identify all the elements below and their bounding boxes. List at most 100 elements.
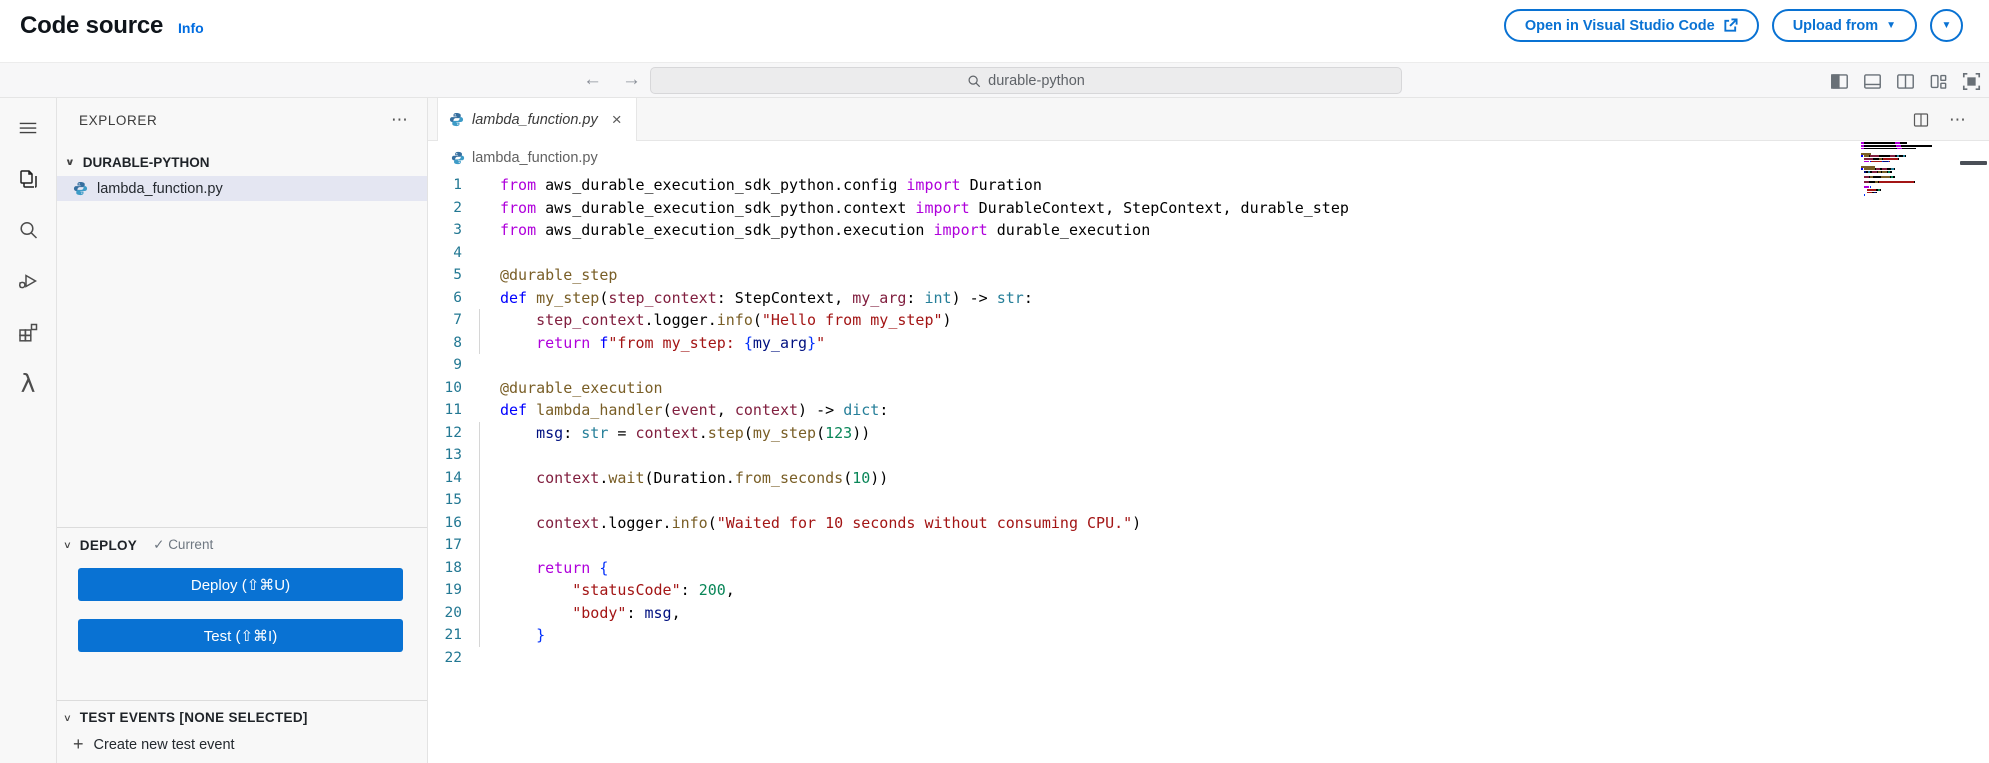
open-in-vscode-button[interactable]: Open in Visual Studio Code [1503, 9, 1759, 42]
editor-group: lambda_function.py × ⋯ lambda_function.p… [428, 98, 1989, 763]
tree-file-lambda-function[interactable]: lambda_function.py [57, 176, 427, 201]
code-editor[interactable]: 1 from aws_durable_execution_sdk_python.c… [428, 174, 1989, 669]
code-line[interactable]: 10 @durable_execution [428, 377, 1989, 400]
run-debug-icon[interactable] [15, 268, 41, 294]
tab-lambda-function[interactable]: lambda_function.py × [437, 98, 637, 141]
header-more-actions-button[interactable]: ▼ [1930, 9, 1963, 42]
folder-name: DURABLE-PYTHON [82, 154, 210, 170]
code-line-content: msg: str = context.step(my_step(123)) [536, 423, 871, 442]
aws-lambda-icon[interactable]: λ [15, 370, 41, 396]
create-test-event-button[interactable]: + Create new test event [57, 734, 427, 755]
code-line[interactable]: 11 def lambda_handler(event, context) -> … [428, 399, 1989, 422]
deploy-section: ∨ DEPLOY ✓ Current Deploy (⇧⌘U) Test (⇧⌘… [57, 527, 427, 700]
test-events-header[interactable]: ∨ TEST EVENTS [NONE SELECTED] [57, 701, 427, 729]
breadcrumb[interactable]: lambda_function.py [428, 141, 1989, 174]
code-line-content: return f"from my_step: {my_arg}" [536, 333, 826, 352]
caret-down-icon: ▼ [1941, 20, 1952, 31]
deploy-status: ✓ Current [153, 537, 214, 552]
tree-folder-durable-python[interactable]: ∨ DURABLE-PYTHON [57, 150, 427, 174]
deploy-button[interactable]: Deploy (⇧⌘U) [78, 568, 403, 601]
code-line[interactable]: 22 [428, 647, 1989, 670]
line-number: 14 [444, 469, 462, 486]
code-line-content: from aws_durable_execution_sdk_python.co… [500, 176, 1042, 194]
page-title: Code source [20, 12, 164, 39]
line-number: 2 [453, 199, 462, 216]
code-line[interactable]: 14 context.wait(Duration.from_seconds(10… [428, 466, 1989, 489]
minimap[interactable] [1861, 142, 1932, 202]
code-line[interactable]: 20 "body": msg, [428, 601, 1989, 624]
fullscreen-icon[interactable] [1962, 72, 1981, 91]
search-input[interactable]: durable-python [650, 67, 1402, 94]
code-line-content: @durable_execution [500, 378, 663, 397]
chevron-down-icon: ∨ [65, 156, 75, 168]
extensions-icon[interactable] [15, 319, 41, 345]
tab-label: lambda_function.py [472, 111, 598, 128]
code-line[interactable]: 17 [428, 534, 1989, 557]
console-header: Code source Info Open in Visual Studio C… [0, 0, 1989, 62]
deploy-section-header[interactable]: ∨ DEPLOY ✓ Current [57, 528, 427, 557]
code-line[interactable]: 13 [428, 444, 1989, 467]
scrollbar-thumb[interactable] [1960, 161, 1987, 165]
sidebar: EXPLORER ⋯ ∨ DURABLE-PYTHON lambda_funct… [57, 98, 428, 763]
code-line[interactable]: 1 from aws_durable_execution_sdk_python.c… [428, 174, 1989, 197]
code-line[interactable]: 4 [428, 242, 1989, 265]
code-line-content: } [536, 626, 546, 644]
line-number: 19 [444, 582, 462, 598]
code-line-content [462, 647, 500, 670]
activity-bar: λ [0, 98, 57, 763]
line-number: 11 [444, 402, 462, 418]
code-line[interactable]: 19 "statusCode": 200, [428, 579, 1989, 602]
forward-icon[interactable]: → [622, 69, 641, 91]
code-line[interactable]: 7 step_context.logger.info("Hello from m… [428, 309, 1989, 332]
editor-actions: ⋯ [1913, 98, 1967, 141]
search-icon[interactable] [15, 217, 41, 243]
search-value: durable-python [988, 72, 1085, 89]
code-line[interactable]: 12 msg: str = context.step(my_step(123)) [428, 421, 1989, 444]
upload-from-label: Upload from [1792, 17, 1879, 34]
explorer-title: EXPLORER [79, 112, 158, 128]
test-button[interactable]: Test (⇧⌘I) [78, 619, 403, 652]
toggle-panel-icon[interactable] [1863, 72, 1882, 91]
deploy-title: DEPLOY [79, 537, 138, 553]
line-number: 7 [453, 312, 462, 328]
python-file-icon [73, 181, 88, 196]
info-link[interactable]: Info [178, 20, 204, 36]
line-number: 10 [444, 379, 462, 396]
code-line-content: context.logger.info("Waited for 10 secon… [536, 513, 1142, 532]
minimap-line [1861, 196, 1932, 199]
code-line[interactable]: 18 return { [428, 556, 1989, 579]
line-number: 12 [444, 424, 462, 441]
line-number: 13 [444, 447, 462, 463]
split-editor-icon[interactable] [1896, 72, 1915, 91]
python-file-icon [451, 151, 465, 165]
code-line[interactable]: 2 from aws_durable_execution_sdk_python.c… [428, 197, 1989, 220]
explorer-icon[interactable] [15, 166, 41, 192]
code-line-content [462, 489, 500, 512]
code-line-content: from aws_durable_execution_sdk_python.co… [500, 198, 1349, 217]
toggle-sidebar-icon[interactable] [1830, 72, 1849, 91]
code-line-content: def my_step(step_context: StepContext, m… [500, 288, 1033, 307]
code-line[interactable]: 6 def my_step(step_context: StepContext, … [428, 287, 1989, 310]
file-name: lambda_function.py [97, 180, 223, 197]
split-editor-icon[interactable] [1913, 112, 1929, 128]
menu-icon[interactable] [15, 115, 41, 141]
code-line[interactable]: 8 return f"from my_step: {my_arg}" [428, 331, 1989, 354]
line-number: 15 [444, 492, 462, 508]
code-line[interactable]: 21 } [428, 624, 1989, 647]
back-icon[interactable]: ← [583, 69, 602, 91]
explorer-more-actions-icon[interactable]: ⋯ [391, 110, 409, 130]
code-line[interactable]: 3 from aws_durable_execution_sdk_python.e… [428, 219, 1989, 242]
close-tab-icon[interactable]: × [612, 111, 622, 128]
upload-from-button[interactable]: Upload from ▼ [1771, 9, 1917, 42]
code-line[interactable]: 9 [428, 354, 1989, 377]
more-actions-icon[interactable]: ⋯ [1949, 110, 1967, 130]
create-test-event-label: Create new test event [93, 736, 235, 753]
tab-bar: lambda_function.py × ⋯ [428, 98, 1989, 141]
code-line[interactable]: 5 @durable_step [428, 264, 1989, 287]
code-line[interactable]: 16 context.logger.info("Waited for 10 se… [428, 511, 1989, 534]
code-line-content: "statusCode": 200, [572, 581, 735, 599]
search-icon [967, 74, 981, 88]
customize-layout-icon[interactable] [1929, 72, 1948, 91]
code-line[interactable]: 15 [428, 489, 1989, 512]
code-line-content: return { [536, 558, 609, 577]
